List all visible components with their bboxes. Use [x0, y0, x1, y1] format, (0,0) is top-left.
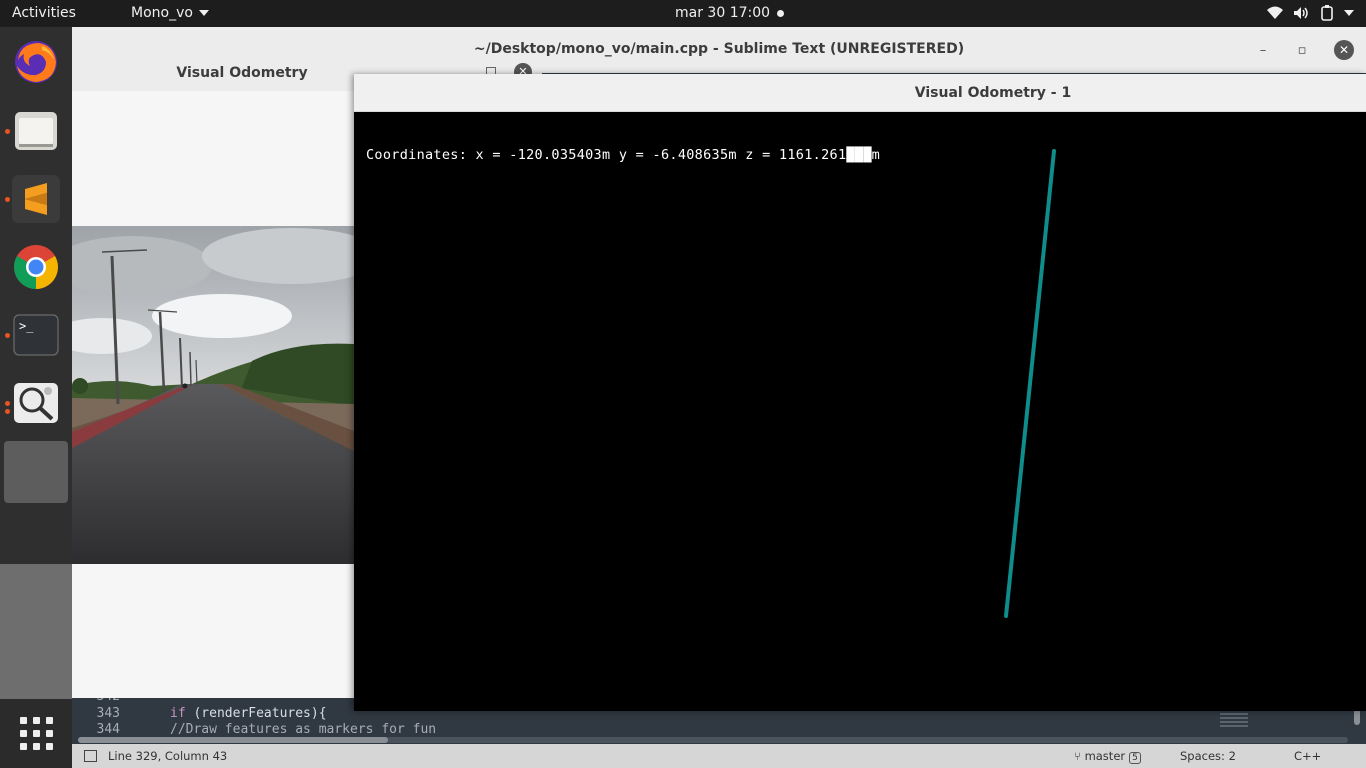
scrollbar-thumb[interactable]: [78, 737, 388, 743]
minimize-icon[interactable]: –: [1252, 40, 1274, 62]
running-indicator: [5, 401, 10, 406]
indentation-setting[interactable]: Spaces: 2: [1180, 749, 1236, 763]
horizontal-scrollbar[interactable]: [78, 737, 1348, 743]
branch-count-badge: 5: [1129, 752, 1141, 764]
top-bar: Activities Mono_vo mar 30 17:00: [0, 0, 1366, 27]
chevron-down-icon: [198, 10, 209, 16]
volume-icon: [1294, 7, 1308, 19]
chevron-down-icon: [1344, 10, 1354, 16]
wifi-icon: [1267, 6, 1283, 19]
code-text: (renderFeatures){: [185, 706, 327, 721]
firefox-icon[interactable]: [12, 38, 60, 86]
power-icon: [1321, 5, 1333, 21]
notification-dot-icon: [777, 10, 784, 17]
running-indicator: [5, 333, 10, 338]
branch-name: master: [1084, 749, 1126, 763]
running-indicator: [5, 197, 10, 202]
line-number: 343: [96, 706, 120, 721]
image-viewer-icon[interactable]: [12, 379, 60, 427]
vo1-title: Visual Odometry - 1: [914, 85, 1072, 101]
running-indicator: [5, 409, 10, 414]
minimap[interactable]: [1220, 709, 1248, 727]
app-menu-label: Mono_vo: [131, 5, 193, 21]
app-menu[interactable]: Mono_vo: [131, 5, 209, 21]
trajectory-window: Visual Odometry - 1 Coordinates: x = -12…: [354, 74, 1366, 711]
running-indicator: [5, 129, 10, 134]
activities-button[interactable]: Activities: [12, 5, 76, 21]
maximize-icon[interactable]: ▫: [1291, 40, 1313, 62]
syntax-setting[interactable]: C++: [1294, 749, 1321, 763]
terminal-icon[interactable]: >_: [12, 311, 60, 359]
code-line: if (renderFeatures){: [170, 706, 327, 721]
system-tray[interactable]: [1266, 4, 1354, 22]
panel-toggle-icon[interactable]: [84, 750, 97, 762]
dock-lower: [0, 564, 72, 699]
dock: >_: [0, 27, 72, 768]
blank-app-icon[interactable]: [4, 441, 68, 503]
files-icon[interactable]: [12, 107, 60, 155]
chrome-icon[interactable]: [12, 243, 60, 291]
code-comment: //Draw features as markers for fun: [170, 722, 437, 737]
code-keyword: if: [170, 706, 186, 721]
git-branch[interactable]: ⑂ master 5: [1074, 749, 1141, 764]
cursor-position[interactable]: Line 329, Column 43: [108, 749, 227, 763]
trajectory-canvas: Coordinates: x = -120.035403m y = -6.408…: [354, 111, 1366, 711]
road-scene-image: [72, 226, 354, 564]
svg-text:>_: >_: [19, 319, 34, 333]
show-applications-icon[interactable]: [20, 717, 53, 750]
sublime-text-icon[interactable]: [12, 175, 60, 223]
status-bar: Line 329, Column 43 ⑂ master 5 Spaces: 2 …: [72, 744, 1366, 768]
trajectory-path: [1004, 149, 1056, 618]
close-icon[interactable]: ✕: [1334, 40, 1354, 60]
branch-icon: ⑂: [1074, 749, 1085, 763]
vertical-scrollbar[interactable]: [1354, 709, 1360, 725]
clock[interactable]: mar 30 17:00: [675, 5, 770, 21]
line-number: 344: [96, 722, 120, 737]
trajectory-plot: [1004, 149, 1056, 618]
camera-frame-image: [72, 226, 354, 564]
